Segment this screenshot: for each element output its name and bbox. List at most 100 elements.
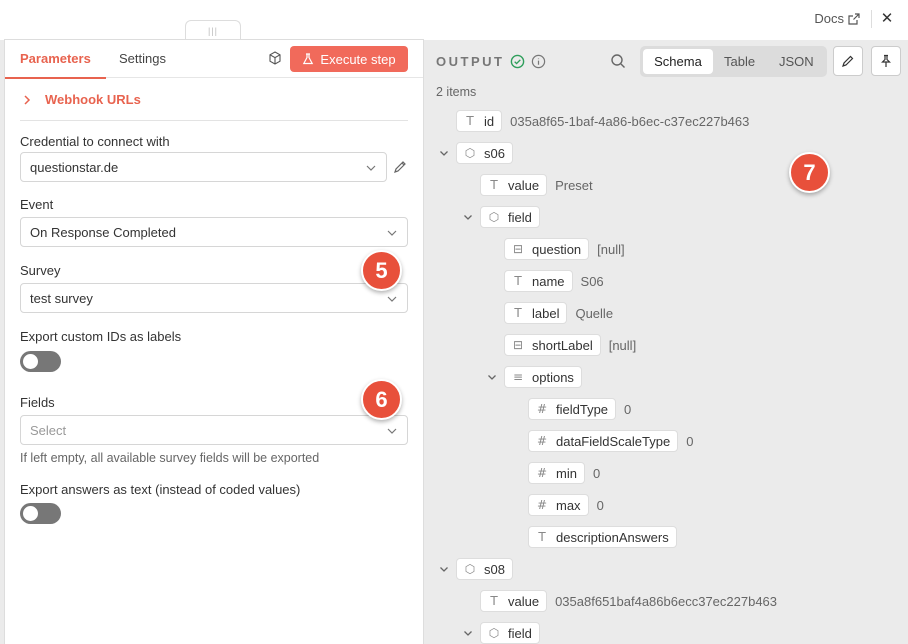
schema-row[interactable]: # dataFieldScaleType 0 [528, 430, 693, 452]
schema-key-pill[interactable]: ⬡ field [480, 206, 540, 228]
text-type-icon: T [490, 178, 498, 192]
docs-label: Docs [814, 11, 844, 26]
schema-value: S06 [580, 273, 604, 289]
schema-value: Preset [555, 177, 593, 193]
survey-select[interactable]: test survey [20, 283, 408, 313]
parameters-panel: Parameters Settings Execute step Webhook… [4, 39, 424, 644]
schema-key: id [484, 113, 495, 129]
export-ids-toggle[interactable] [20, 351, 61, 372]
schema-key-pill[interactable]: ≡ options [504, 366, 582, 388]
schema-row[interactable]: ⬡ s06 [440, 142, 513, 164]
items-count: 2 items [436, 85, 477, 99]
schema-key-pill[interactable]: Tid [456, 110, 503, 132]
schema-row[interactable]: # min 0 [528, 462, 600, 484]
annotation-badge: 7 [789, 152, 830, 193]
schema-key-pill[interactable]: # fieldType [528, 398, 617, 420]
schema-row[interactable]: ⬡ field [464, 206, 540, 228]
number-type-icon: # [536, 466, 548, 480]
schema-key: min [556, 465, 577, 481]
schema-value: 035a8f651baf4a86b6ecc37ec227b463 [555, 593, 778, 609]
text-type-icon: T [514, 306, 522, 320]
schema-key: label [532, 305, 560, 321]
webhook-urls-toggle[interactable]: Webhook URLs [23, 92, 141, 107]
schema-row[interactable]: ⊟ question [null] [504, 238, 625, 260]
event-label: Event [20, 197, 54, 212]
execute-step-label: Execute step [320, 51, 396, 67]
number-type-icon: # [536, 434, 548, 448]
schema-key-pill[interactable]: Tlabel [504, 302, 568, 324]
execute-step-button[interactable]: Execute step [290, 46, 408, 72]
schema-key-pill[interactable]: ⬡ field [480, 622, 540, 644]
credential-label: Credential to connect with [20, 134, 170, 149]
close-icon[interactable]: ✕ [878, 9, 896, 27]
schema-key: value [508, 177, 540, 193]
pencil-icon [842, 55, 854, 67]
schema-key-pill[interactable]: TdescriptionAnswers [528, 526, 677, 548]
edit-credential-icon[interactable] [392, 159, 408, 175]
search-icon[interactable] [610, 53, 626, 69]
schema-row[interactable]: # fieldType 0 [528, 398, 631, 420]
schema-key: descriptionAnswers [556, 529, 669, 545]
fields-hint: If left empty, all available survey fiel… [20, 451, 320, 465]
schema-row[interactable]: TdescriptionAnswers [528, 526, 677, 548]
schema-row[interactable]: Tname S06 [504, 270, 604, 292]
chevron-down-icon[interactable] [462, 627, 474, 639]
schema-key-pill[interactable]: ⊟ shortLabel [504, 334, 601, 356]
chevron-down-icon[interactable] [486, 371, 498, 383]
schema-row[interactable]: ≡ options [488, 366, 582, 388]
schema-key-pill[interactable]: Tname [504, 270, 573, 292]
docs-link[interactable]: Docs [814, 11, 860, 26]
schema-key-pill[interactable]: ⬡ s08 [456, 558, 513, 580]
null-type-icon: ⊟ [512, 338, 524, 352]
tab-parameters[interactable]: Parameters [5, 51, 106, 79]
schema-key-pill[interactable]: # min [528, 462, 585, 484]
schema-key: question [532, 241, 582, 257]
schema-value: 0 [592, 465, 601, 481]
chevron-down-icon[interactable] [438, 147, 450, 159]
text-type-icon: T [514, 274, 522, 288]
schema-key: fieldType [556, 401, 609, 417]
credential-select[interactable]: questionstar.de [20, 152, 387, 182]
export-text-label: Export answers as text (instead of coded… [20, 482, 301, 497]
schema-row[interactable]: Tlabel Quelle [504, 302, 613, 324]
schema-key: max [556, 497, 581, 513]
export-ids-label: Export custom IDs as labels [20, 329, 182, 344]
schema-value: 0 [624, 401, 632, 417]
schema-key: shortLabel [532, 337, 593, 353]
chevron-down-icon[interactable] [438, 563, 450, 575]
schema-key-pill[interactable]: Tvalue [480, 174, 548, 196]
schema-row[interactable]: ⬡ field [464, 622, 540, 644]
schema-key-pill[interactable]: # max [528, 494, 589, 516]
schema-row[interactable]: Tvalue Preset [480, 174, 593, 196]
schema-key-pill[interactable]: # dataFieldScaleType [528, 430, 679, 452]
event-select[interactable]: On Response Completed [20, 217, 408, 247]
webhook-urls-label: Webhook URLs [45, 92, 141, 107]
pin-icon [881, 54, 891, 67]
schema-row[interactable]: # max 0 [528, 494, 604, 516]
schema-row[interactable]: Tid 035a8f65-1baf-4a86-b6ec-c37ec227b463 [456, 110, 749, 132]
fields-select[interactable]: Select [20, 415, 408, 445]
cube-icon[interactable] [268, 51, 282, 65]
schema-key: options [532, 369, 574, 385]
tab-table[interactable]: Table [724, 54, 755, 69]
tab-schema[interactable]: Schema [643, 49, 713, 74]
schema-value: 0 [596, 497, 604, 513]
schema-key-pill[interactable]: ⊟ question [504, 238, 590, 260]
schema-row[interactable]: Tvalue 035a8f651baf4a86b6ecc37ec227b463 [480, 590, 777, 612]
panel-drag-handle[interactable]: ||| [185, 20, 241, 40]
fields-label: Fields [20, 395, 55, 410]
export-text-toggle[interactable] [20, 503, 61, 524]
schema-row[interactable]: ⊟ shortLabel [null] [504, 334, 636, 356]
pin-data-button[interactable] [871, 46, 901, 76]
chevron-down-icon[interactable] [462, 211, 474, 223]
schema-key-pill[interactable]: Tvalue [480, 590, 548, 612]
number-type-icon: # [536, 498, 548, 512]
edit-output-button[interactable] [833, 46, 863, 76]
tab-settings[interactable]: Settings [119, 51, 166, 66]
tab-json[interactable]: JSON [779, 54, 814, 69]
schema-row[interactable]: ⬡ s08 [440, 558, 513, 580]
info-icon[interactable] [531, 54, 546, 69]
event-value: On Response Completed [30, 225, 176, 240]
view-mode-switch: Schema Table JSON [640, 46, 827, 77]
schema-key-pill[interactable]: ⬡ s06 [456, 142, 513, 164]
